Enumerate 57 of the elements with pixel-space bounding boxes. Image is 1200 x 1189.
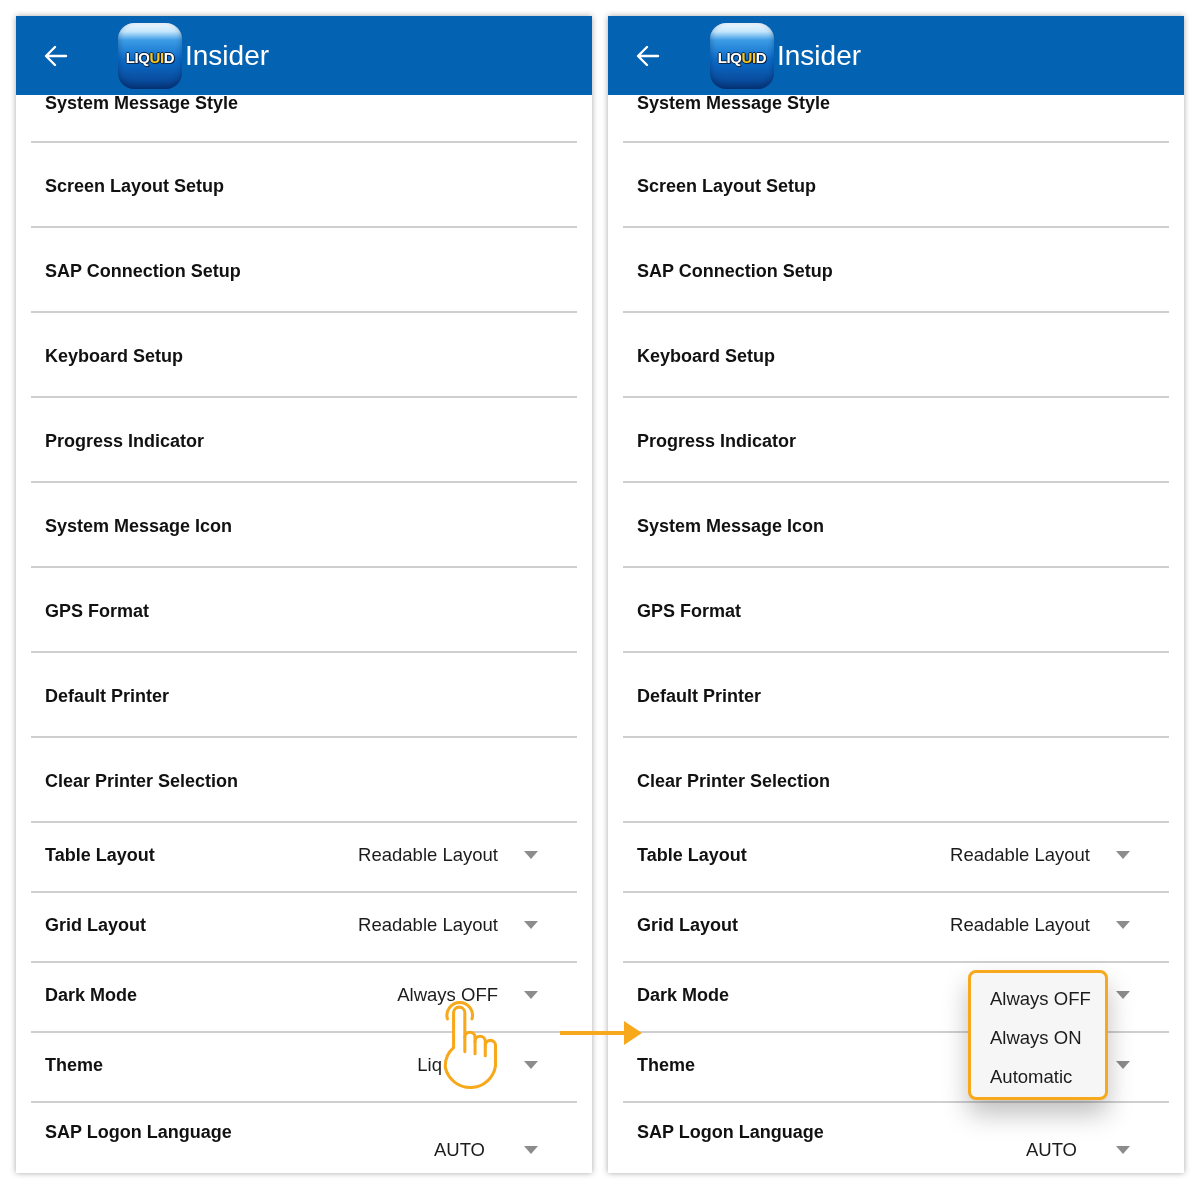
settings-item[interactable]: GPS Format <box>623 568 1169 653</box>
back-arrow-icon <box>44 43 68 68</box>
settings-item[interactable]: System Message Icon <box>31 483 577 568</box>
caret-icon[interactable] <box>1116 990 1130 999</box>
settings-item[interactable]: Default Printer <box>623 653 1169 738</box>
setting-label: Theme <box>637 1053 696 1076</box>
settings-item[interactable]: Keyboard Setup <box>623 313 1169 398</box>
settings-item[interactable]: System Message Style <box>31 95 577 143</box>
dropdown-value[interactable]: AUTO <box>433 1139 485 1161</box>
caret-icon[interactable] <box>1116 850 1130 859</box>
settings-item[interactable]: Clear Printer Selection <box>623 738 1169 823</box>
dropdown-value[interactable]: Readable Layout <box>950 913 1090 936</box>
dropdown-value[interactable]: Liq <box>417 1053 442 1076</box>
settings-item[interactable]: Progress Indicator <box>623 398 1169 483</box>
settings-item[interactable]: Keyboard Setup <box>31 313 577 398</box>
dropdown-value[interactable]: AUTO <box>1025 1139 1077 1161</box>
dropdown-value[interactable]: Readable Layout <box>950 843 1090 866</box>
caret-icon[interactable] <box>524 1060 538 1069</box>
setting-label: Table Layout <box>45 843 155 866</box>
setting-label: Grid Layout <box>45 913 146 936</box>
settings-item[interactable]: SAP Connection Setup <box>623 228 1169 313</box>
settings-item[interactable]: Default Printer <box>31 653 577 738</box>
setting-label: SAP Logon Language <box>45 1121 232 1143</box>
settings-item[interactable]: System Message Style <box>623 95 1169 143</box>
settings-item[interactable]: SAP Connection Setup <box>31 228 577 313</box>
setting-label: Dark Mode <box>45 983 138 1006</box>
settings-item[interactable]: Clear Printer Selection <box>31 738 577 823</box>
setting-label: Grid Layout <box>637 913 738 936</box>
dropdown-value[interactable]: Readable Layout <box>358 913 498 936</box>
caret-icon[interactable] <box>1116 920 1130 929</box>
caret-icon[interactable] <box>1116 1146 1130 1154</box>
setting-label: SAP Logon Language <box>637 1121 824 1143</box>
back-arrow-icon <box>636 43 660 68</box>
menu-item[interactable]: Automatic <box>971 1057 1105 1096</box>
dropdown-value[interactable]: Readable Layout <box>358 843 498 866</box>
logo-text: LIQUID <box>717 48 767 66</box>
setting-label: Dark Mode <box>637 983 730 1006</box>
caret-icon[interactable] <box>524 850 538 859</box>
app-title: Insider <box>185 39 270 72</box>
settings-item[interactable]: Screen Layout Setup <box>31 143 577 228</box>
caret-icon[interactable] <box>524 990 538 999</box>
caret-icon[interactable] <box>524 1146 538 1154</box>
settings-item[interactable]: Progress Indicator <box>31 398 577 483</box>
settings-item[interactable]: System Message Icon <box>623 483 1169 568</box>
setting-label: Theme <box>45 1053 104 1076</box>
menu-item[interactable]: Always ON <box>971 1018 1105 1057</box>
menu-item[interactable]: Always OFF <box>971 979 1105 1018</box>
caret-icon[interactable] <box>1116 1060 1130 1069</box>
setting-label: Table Layout <box>637 843 747 866</box>
caret-icon[interactable] <box>524 920 538 929</box>
settings-item[interactable]: GPS Format <box>31 568 577 653</box>
settings-item[interactable]: Screen Layout Setup <box>623 143 1169 228</box>
logo-text: LIQUID <box>125 48 175 66</box>
app-title: Insider <box>777 39 862 72</box>
back-button[interactable] <box>636 43 660 68</box>
back-button[interactable] <box>44 43 68 68</box>
dropdown-value[interactable]: Always OFF <box>397 983 498 1006</box>
